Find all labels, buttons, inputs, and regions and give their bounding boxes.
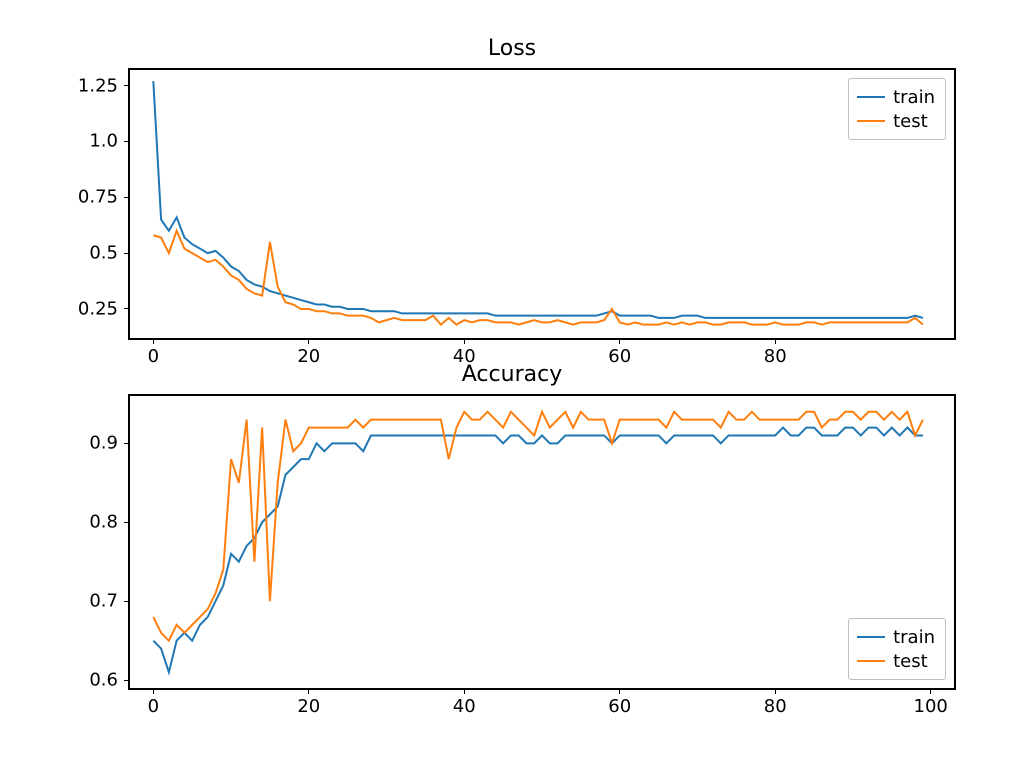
y-tick-label: 0.5: [89, 243, 118, 264]
legend-row-train: train: [857, 625, 935, 649]
legend-swatch-train: [857, 636, 885, 638]
y-tick-label: 1.25: [78, 75, 118, 96]
x-tick-label: 20: [297, 696, 320, 717]
y-tick-label: 0.8: [89, 512, 118, 533]
x-tick-label: 0: [148, 696, 159, 717]
y-tick-mark: [124, 85, 130, 86]
legend-swatch-train: [857, 96, 885, 98]
x-tick-mark: [619, 688, 620, 694]
x-tick-mark: [619, 338, 620, 344]
legend-label-train: train: [893, 627, 935, 648]
loss-title: Loss: [488, 36, 536, 61]
y-tick-label: 1.0: [89, 131, 118, 152]
legend-label-test: test: [893, 111, 928, 132]
y-tick-label: 0.9: [89, 433, 118, 454]
x-tick-mark: [308, 688, 309, 694]
x-tick-label: 60: [608, 696, 631, 717]
legend-row-train: train: [857, 85, 935, 109]
legend-label-test: test: [893, 651, 928, 672]
loss-axes: train test 0204060800.250.50.751.01.25: [128, 68, 956, 340]
legend-swatch-test: [857, 660, 885, 662]
loss-train-line: [153, 81, 923, 318]
x-tick-label: 80: [764, 696, 787, 717]
x-tick-mark: [464, 338, 465, 344]
legend-row-test: test: [857, 109, 935, 133]
y-tick-label: 0.6: [89, 670, 118, 691]
y-tick-mark: [124, 443, 130, 444]
x-tick-mark: [775, 338, 776, 344]
y-tick-label: 0.75: [78, 187, 118, 208]
accuracy-test-line: [153, 412, 923, 641]
accuracy-train-line: [153, 428, 923, 673]
y-tick-mark: [124, 253, 130, 254]
y-tick-label: 0.7: [89, 591, 118, 612]
legend-swatch-test: [857, 120, 885, 122]
y-tick-mark: [124, 308, 130, 309]
accuracy-legend: train test: [848, 618, 946, 680]
x-tick-label: 80: [764, 346, 787, 367]
legend-label-train: train: [893, 87, 935, 108]
loss-legend: train test: [848, 78, 946, 140]
y-tick-mark: [124, 680, 130, 681]
y-tick-mark: [124, 197, 130, 198]
x-tick-label: 100: [913, 696, 947, 717]
loss-test-line: [153, 231, 923, 325]
figure: Loss train test 0204060800.250.50.751.01…: [0, 0, 1024, 768]
x-tick-label: 40: [453, 696, 476, 717]
accuracy-title: Accuracy: [462, 362, 562, 387]
x-tick-label: 20: [297, 346, 320, 367]
accuracy-plot: [130, 396, 958, 692]
legend-row-test: test: [857, 649, 935, 673]
x-tick-mark: [153, 688, 154, 694]
y-tick-label: 0.25: [78, 298, 118, 319]
y-tick-mark: [124, 141, 130, 142]
x-tick-mark: [930, 688, 931, 694]
x-tick-mark: [153, 338, 154, 344]
x-tick-mark: [775, 688, 776, 694]
y-tick-mark: [124, 522, 130, 523]
y-tick-mark: [124, 601, 130, 602]
x-tick-mark: [464, 688, 465, 694]
accuracy-axes: train test 0204060801000.60.70.80.9: [128, 394, 956, 690]
loss-plot: [130, 70, 958, 342]
x-tick-label: 0: [148, 346, 159, 367]
x-tick-label: 60: [608, 346, 631, 367]
x-tick-mark: [308, 338, 309, 344]
